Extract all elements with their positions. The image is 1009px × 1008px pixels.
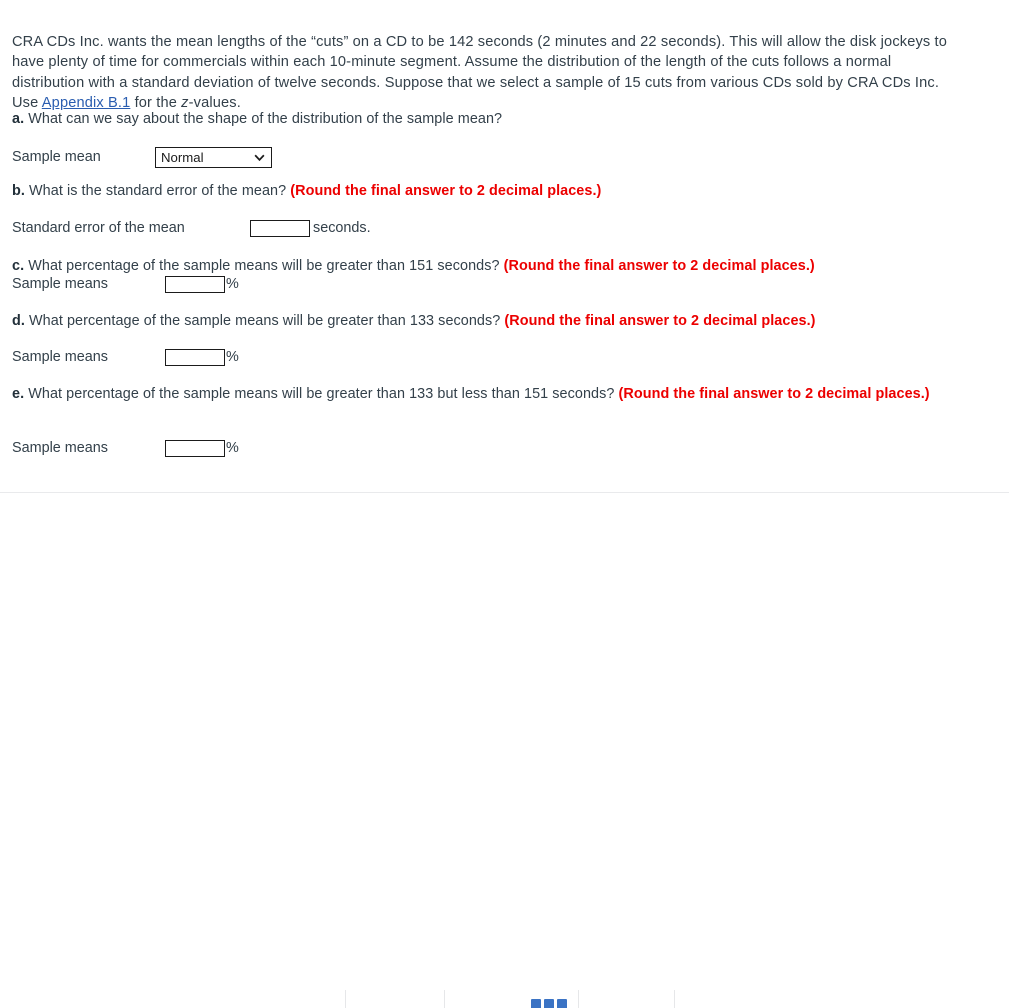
- question-c-unit-label: %: [226, 276, 239, 292]
- question-c-text: What percentage of the sample means will…: [24, 258, 504, 274]
- question-e-percentage-input[interactable]: [165, 440, 225, 457]
- question-e-text: What percentage of the sample means will…: [24, 386, 619, 402]
- question-c-percentage-input[interactable]: [165, 276, 225, 293]
- question-b-prompt: b. What is the standard error of the mea…: [12, 182, 972, 202]
- question-e-label: e.: [12, 386, 25, 402]
- question-e-rounding-note: (Round the final answer to 2 decimal pla…: [618, 386, 930, 402]
- toolbar-progress-segment-3[interactable]: [557, 999, 567, 1008]
- sample-mean-shape-select-value: Normal: [161, 150, 204, 165]
- toolbar-separator-4: [674, 990, 675, 1008]
- question-e-unit-label: %: [226, 440, 239, 456]
- question-e-prompt: e. What percentage of the sample means w…: [12, 385, 940, 405]
- question-d-prompt: d. What percentage of the sample means w…: [12, 312, 972, 332]
- toolbar-separator-1: [345, 990, 346, 1008]
- problem-statement-text-part2-post: -values.: [188, 95, 241, 112]
- appendix-b1-link[interactable]: Appendix B.1: [42, 95, 131, 111]
- question-d-percentage-input[interactable]: [165, 349, 225, 366]
- problem-statement-text-part2-pre: for the: [130, 95, 182, 112]
- question-c-answer-row: Sample means %: [12, 275, 239, 294]
- standard-error-input[interactable]: [250, 220, 310, 237]
- question-b-answer-row: Standard error of the mean seconds.: [12, 219, 371, 238]
- chevron-down-icon: [254, 154, 265, 162]
- question-c-answer-caption: Sample means: [12, 276, 108, 292]
- question-c-label: c.: [12, 258, 25, 274]
- question-b-answer-caption: Standard error of the mean: [12, 220, 185, 236]
- question-e-answer-caption: Sample means: [12, 440, 108, 456]
- toolbar-progress-segment-2[interactable]: [544, 999, 554, 1008]
- problem-statement: CRA CDs Inc. wants the mean lengths of t…: [12, 32, 960, 114]
- z-variable-italic: z: [181, 95, 189, 112]
- toolbar-separator-2: [444, 990, 445, 1008]
- question-a-prompt: a. What can we say about the shape of th…: [12, 110, 972, 130]
- question-b-text: What is the standard error of the mean?: [24, 183, 291, 199]
- question-d-answer-row: Sample means %: [12, 348, 239, 367]
- question-d-label: d.: [12, 313, 25, 329]
- question-d-answer-caption: Sample means: [12, 349, 108, 365]
- question-b-label: b.: [12, 183, 25, 199]
- question-a-text: What can we say about the shape of the d…: [24, 111, 503, 127]
- toolbar-separator-3: [578, 990, 579, 1008]
- question-d-rounding-note: (Round the final answer to 2 decimal pla…: [504, 313, 816, 329]
- question-b-rounding-note: (Round the final answer to 2 decimal pla…: [290, 183, 602, 199]
- toolbar-progress-segment-1[interactable]: [531, 999, 541, 1008]
- question-a-answer-row: Sample mean Normal: [12, 147, 272, 168]
- question-page: CRA CDs Inc. wants the mean lengths of t…: [0, 0, 1009, 1008]
- question-d-unit-label: %: [226, 349, 239, 365]
- question-c-rounding-note: (Round the final answer to 2 decimal pla…: [503, 258, 815, 274]
- question-c-prompt: c. What percentage of the sample means w…: [12, 257, 972, 277]
- bottom-toolbar: [0, 493, 1009, 1008]
- question-d-text: What percentage of the sample means will…: [24, 313, 505, 329]
- question-e-answer-row: Sample means %: [12, 439, 239, 458]
- question-a-answer-caption: Sample mean: [12, 149, 101, 165]
- question-a-label: a.: [12, 111, 25, 127]
- sample-mean-shape-select[interactable]: Normal: [155, 147, 272, 168]
- question-b-unit-label: seconds.: [313, 220, 371, 236]
